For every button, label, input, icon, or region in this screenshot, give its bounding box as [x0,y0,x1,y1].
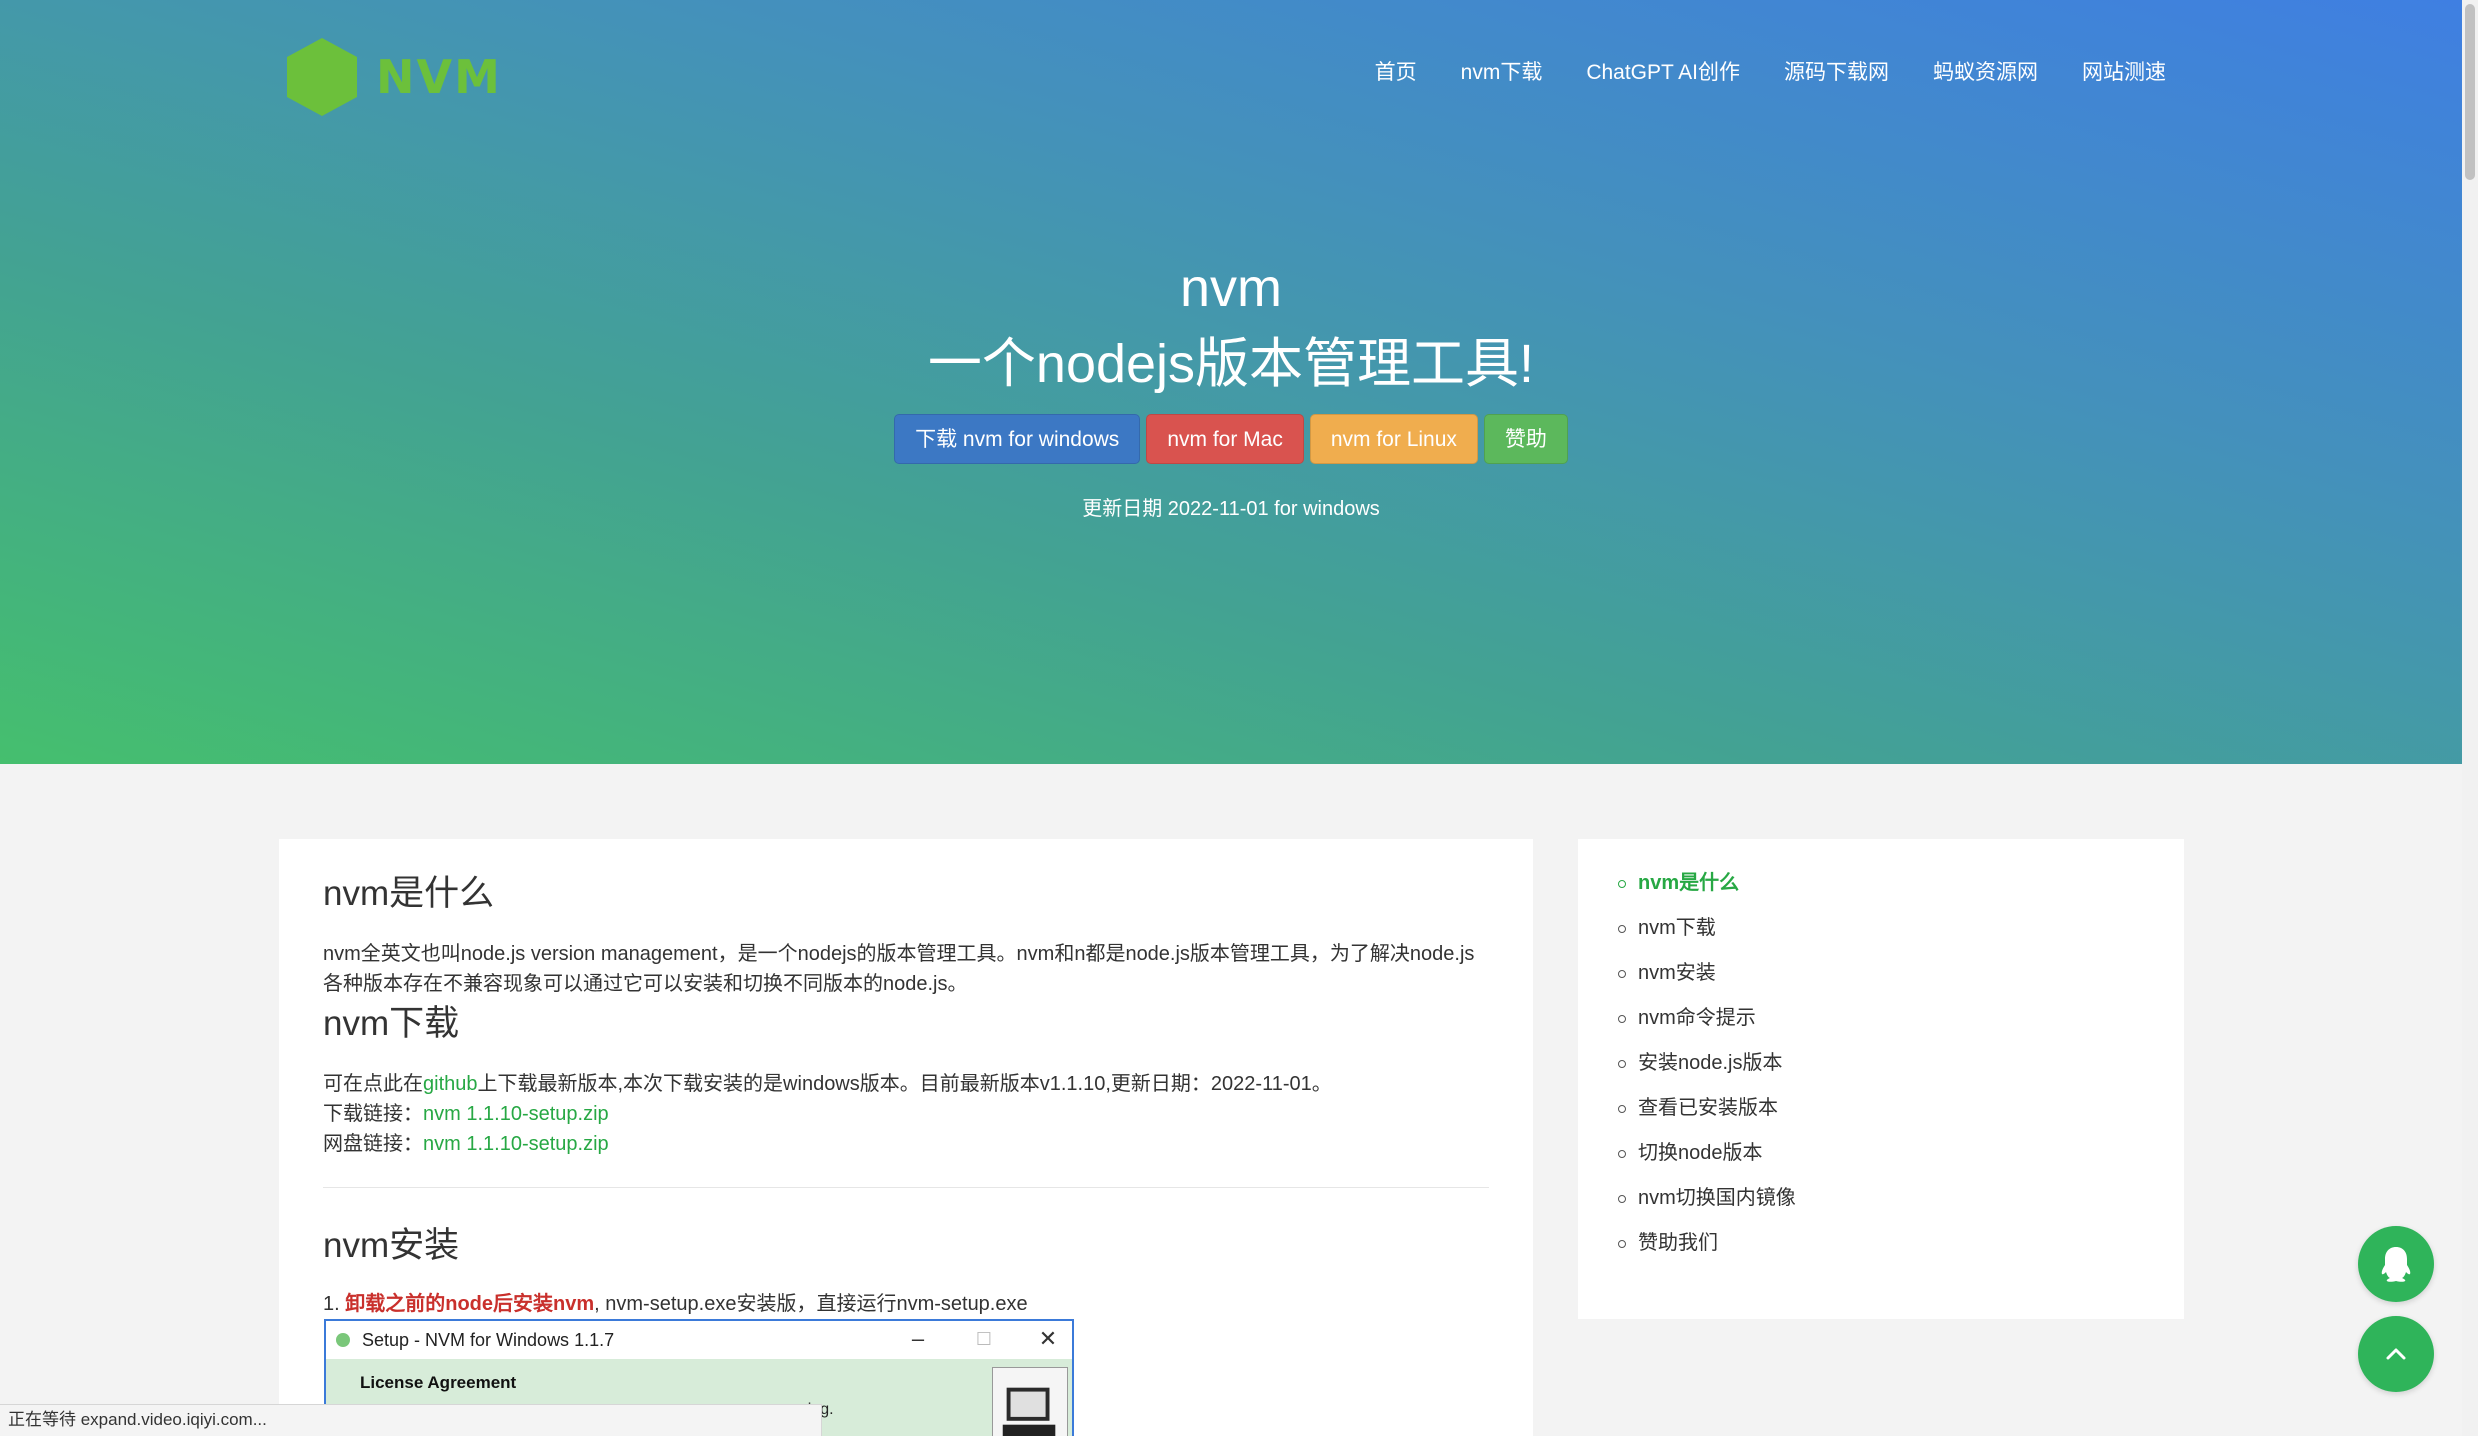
site-logo[interactable]: NVM [284,36,502,118]
logo-text: NVM [376,50,502,104]
update-date: 更新日期 2022-11-01 for windows [1082,498,1380,520]
install-step-number: 1. [323,1293,346,1315]
mac-button[interactable]: nvm for Mac [1146,414,1304,464]
bullet-icon [1618,1240,1626,1248]
install-step-1: 1. 卸载之前的node后安装nvm, nvm-setup.exe安装版，直接运… [323,1289,1493,1319]
hero-buttons: 下载 nvm for windows nvm for Mac nvm for L… [0,414,2462,464]
nav-source-download[interactable]: 源码下载网 [1784,56,1889,86]
download-intro-pre: 可在点此在 [323,1073,423,1095]
bullet-icon [1618,1015,1626,1023]
scrollbar-thumb[interactable] [2465,4,2475,180]
toc-item-commands[interactable]: nvm命令提示 [1578,1007,2184,1055]
install-step-text: , nvm-setup.exe安装版，直接运行nvm-setup.exe [594,1293,1028,1315]
toc-item-label: 切换node版本 [1638,1142,1763,1164]
bullet-icon [1618,1060,1626,1068]
download-intro: 可在点此在github上下载最新版本,本次下载安装的是windows版本。目前最… [323,1069,1493,1099]
linux-button[interactable]: nvm for Linux [1309,414,1478,464]
browser-status-bar: 正在等待 expand.video.iqiyi.com... [0,1404,822,1436]
nav-home[interactable]: 首页 [1375,56,1417,86]
setup-window-title: Setup - NVM for Windows 1.1.7 [362,1329,615,1350]
section-download-heading: nvm下载 [323,1004,460,1043]
netdisk-link-line: 网盘链接：nvm 1.1.10-setup.zip [323,1129,1493,1159]
bullet-icon [1618,925,1626,933]
download-zip-link[interactable]: nvm 1.1.10-setup.zip [423,1103,609,1125]
qq-contact-button[interactable] [2358,1226,2434,1302]
back-to-top-button[interactable] [2358,1316,2434,1392]
donate-button[interactable]: 赞助 [1483,414,1568,464]
toc-list: nvm是什么 nvm下载 nvm安装 nvm命令提示 安装node.js版本 查… [1578,872,2184,1280]
hero-banner: NVM 首页 nvm下载 ChatGPT AI创作 源码下载网 蚂蚁资源网 网站… [0,0,2462,764]
toc-item-list-installed[interactable]: 查看已安装版本 [1578,1097,2184,1145]
toc-item-switch-node[interactable]: 切换node版本 [1578,1142,2184,1190]
toc-item-download[interactable]: nvm下载 [1578,917,2184,965]
toc-item-donate[interactable]: 赞助我们 [1578,1232,2184,1280]
download-intro-post: 上下载最新版本,本次下载安装的是windows版本。目前最新版本v1.1.10,… [477,1073,1332,1095]
chevron-up-icon [2386,1348,2406,1360]
main-content: nvm是什么 nvm全英文也叫node.js version managemen… [279,839,1533,1436]
bullet-icon [1618,970,1626,978]
toc-item-label: nvm命令提示 [1638,1007,1756,1029]
install-step-warning: 卸载之前的node后安装nvm [345,1293,595,1315]
toc-item-label: 安装node.js版本 [1638,1052,1783,1074]
hero-title-line1: nvm [1179,258,1282,318]
section-download-body: 可在点此在github上下载最新版本,本次下载安装的是windows版本。目前最… [323,1069,1493,1159]
hero-title: nvm 一个nodejs版本管理工具! [0,250,2462,402]
bullet-icon [1618,1150,1626,1158]
close-icon: ✕ [1038,1326,1058,1351]
setup-computer-icon [992,1367,1068,1436]
license-agreement-heading: License Agreement [360,1373,517,1392]
minimize-icon: – [911,1326,925,1351]
setup-window-titlebar: Setup - NVM for Windows 1.1.7 [326,1321,1072,1359]
github-link[interactable]: github [423,1073,478,1095]
section-what-heading: nvm是什么 [323,874,495,913]
toc-item-install-node[interactable]: 安装node.js版本 [1578,1052,2184,1100]
hexagon-logo-icon [287,38,357,116]
page-scrollbar[interactable] [2462,0,2478,1436]
toc-item-install[interactable]: nvm安装 [1578,962,2184,1010]
section-what-text: nvm全英文也叫node.js version management，是一个no… [323,943,1475,995]
bullet-icon [1618,880,1626,888]
download-link-label: 下载链接： [323,1103,423,1125]
toc-item-label: nvm切换国内镜像 [1638,1187,1796,1209]
section-divider [323,1187,1489,1188]
nav-speed-test[interactable]: 网站测速 [2082,56,2166,86]
section-install-heading: nvm安装 [323,1226,460,1265]
toc-item-what[interactable]: nvm是什么 [1578,872,2184,920]
toc-item-mirror[interactable]: nvm切换国内镜像 [1578,1187,2184,1235]
toc-sidebar: nvm是什么 nvm下载 nvm安装 nvm命令提示 安装node.js版本 查… [1578,839,2184,1319]
qq-icon [2381,1247,2411,1282]
download-link-line: 下载链接：nvm 1.1.10-setup.zip [323,1099,1493,1129]
download-windows-button[interactable]: 下载 nvm for windows [894,414,1141,464]
toc-item-label: nvm安装 [1638,962,1716,984]
bullet-icon [1618,1195,1626,1203]
nav-ant-resources[interactable]: 蚂蚁资源网 [1933,56,2038,86]
bullet-icon [1618,1105,1626,1113]
top-nav: 首页 nvm下载 ChatGPT AI创作 源码下载网 蚂蚁资源网 网站测速 [1331,56,2166,86]
nav-nvm-download[interactable]: nvm下载 [1461,56,1543,86]
setup-app-icon [336,1333,350,1347]
netdisk-link-label: 网盘链接： [323,1133,423,1155]
toc-item-label: nvm下载 [1638,917,1716,939]
maximize-icon: ☐ [975,1329,993,1349]
toc-item-label: nvm是什么 [1638,872,1740,894]
hero-title-line2: 一个nodejs版本管理工具! [927,334,1535,394]
netdisk-zip-link[interactable]: nvm 1.1.10-setup.zip [423,1133,609,1155]
nav-chatgpt[interactable]: ChatGPT AI创作 [1586,56,1740,86]
toc-item-label: 赞助我们 [1638,1232,1718,1254]
toc-item-label: 查看已安装版本 [1638,1097,1778,1119]
